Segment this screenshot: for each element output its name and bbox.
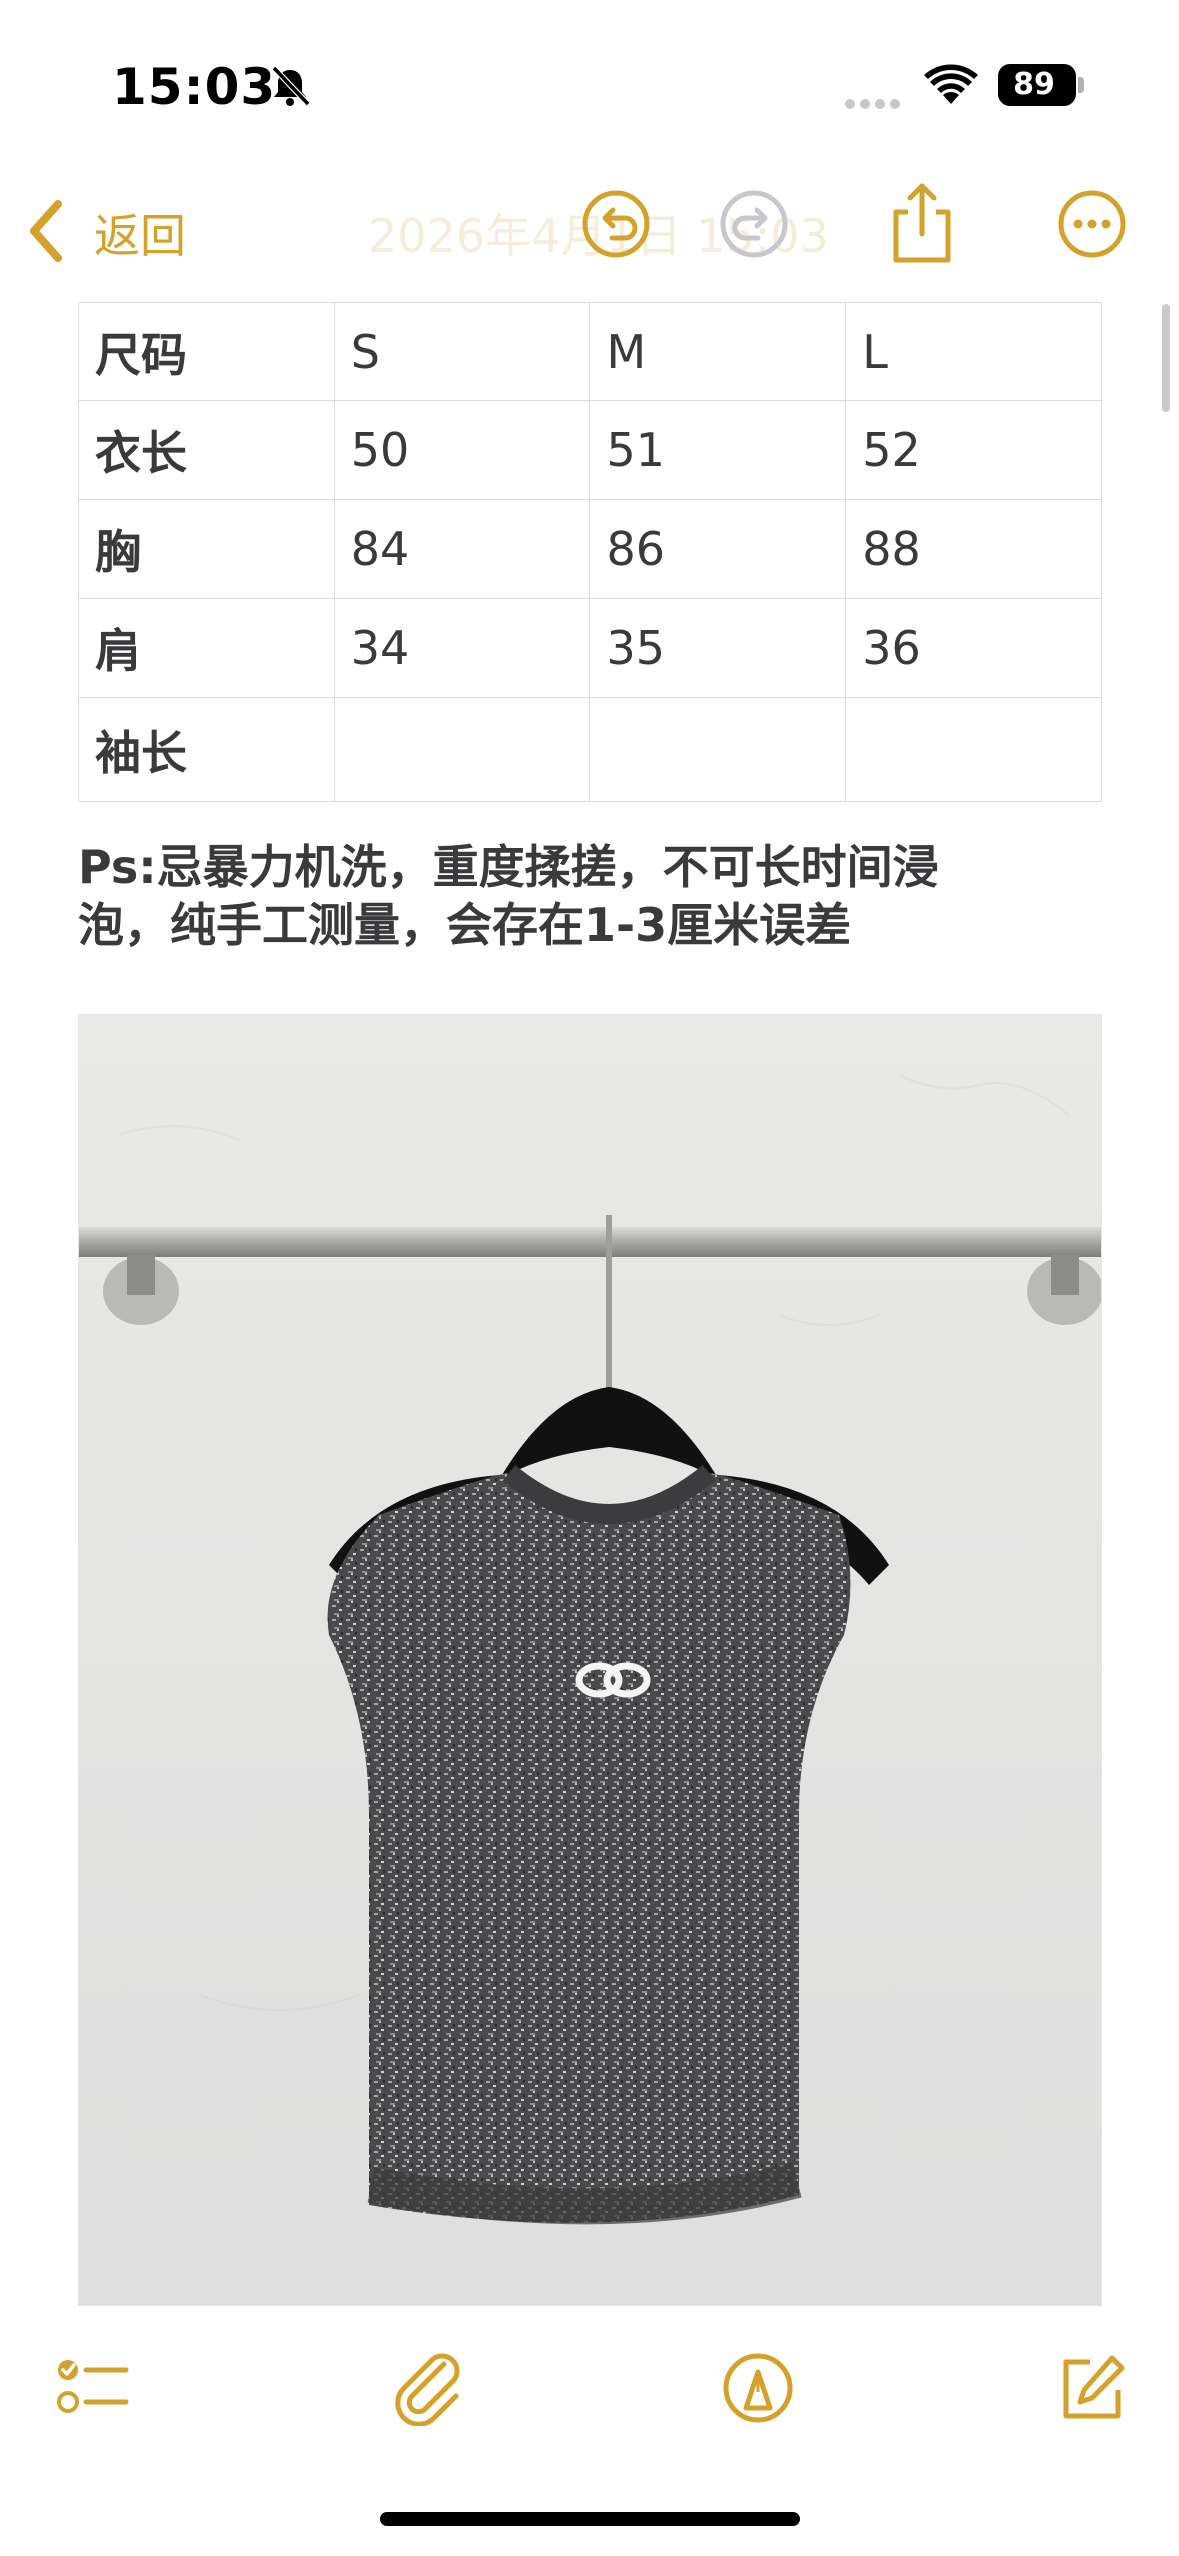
table-cell[interactable] (845, 697, 1102, 802)
undo-icon[interactable] (580, 188, 652, 260)
table-row: 衣长 50 51 52 (78, 400, 1102, 500)
battery-cap (1078, 77, 1084, 93)
table-cell[interactable]: 35 (589, 598, 847, 698)
more-icon[interactable] (1056, 188, 1128, 260)
bottom-toolbar (0, 2330, 1179, 2450)
home-indicator[interactable] (380, 2512, 800, 2526)
table-cell[interactable]: 86 (589, 499, 847, 599)
nav-bar: 返回 2026年4月1日 15:03 (0, 170, 1179, 300)
note-body-text[interactable]: Ps:忌暴力机洗，重度揉搓，不可长时间浸 泡，纯手工测量，会存在1-3厘米误差 (78, 838, 1118, 954)
table-cell[interactable]: 袖长 (78, 697, 335, 802)
table-row: 胸 84 86 88 (78, 499, 1102, 599)
table-cell[interactable]: 肩 (78, 598, 335, 698)
chevron-left-icon[interactable] (24, 198, 68, 264)
table-cell[interactable]: L (845, 302, 1102, 401)
share-icon[interactable] (888, 180, 956, 264)
table-cell[interactable]: 50 (333, 400, 591, 500)
bell-slash-icon (271, 65, 311, 107)
note-line: Ps:忌暴力机洗，重度揉搓，不可长时间浸 (78, 840, 939, 894)
wifi-icon (924, 64, 978, 104)
photo-illustration (79, 1015, 1101, 2305)
battery-level: 89 (1013, 67, 1055, 102)
table-cell[interactable]: M (589, 302, 847, 401)
compose-icon[interactable] (1054, 2350, 1130, 2426)
table-cell[interactable]: 34 (333, 598, 591, 698)
table-cell[interactable]: 84 (333, 499, 591, 599)
status-bar: 15:03 89 (0, 0, 1179, 170)
table-row: 肩 34 35 36 (78, 598, 1102, 698)
back-button[interactable]: 返回 (94, 200, 186, 266)
table-cell[interactable]: 88 (845, 499, 1102, 599)
table-cell[interactable]: 36 (845, 598, 1102, 698)
battery-icon: 89 (998, 64, 1076, 106)
table-cell[interactable] (589, 697, 847, 802)
scroll-indicator[interactable] (1162, 304, 1170, 412)
markup-pen-icon[interactable] (720, 2350, 796, 2426)
table-cell[interactable]: S (333, 302, 591, 401)
table-cell[interactable]: 尺码 (78, 302, 335, 401)
paperclip-icon[interactable] (392, 2350, 468, 2426)
cellular-icon (845, 94, 905, 113)
note-line: 泡，纯手工测量，会存在1-3厘米误差 (78, 898, 852, 952)
checklist-icon[interactable] (54, 2350, 130, 2426)
redo-icon[interactable] (718, 188, 790, 260)
status-time: 15:03 (112, 58, 277, 116)
size-table: 尺码 S M L 衣长 50 51 52 胸 84 86 88 肩 34 35 … (78, 302, 1102, 802)
table-cell[interactable]: 衣长 (78, 400, 335, 500)
table-cell[interactable] (333, 697, 591, 802)
table-cell[interactable]: 52 (845, 400, 1102, 500)
table-cell[interactable]: 胸 (78, 499, 335, 599)
table-header-row: 尺码 S M L (78, 302, 1102, 401)
table-row: 袖长 (78, 697, 1102, 802)
table-cell[interactable]: 51 (589, 400, 847, 500)
sleeveless-knit-top-photo[interactable] (78, 1014, 1102, 2306)
